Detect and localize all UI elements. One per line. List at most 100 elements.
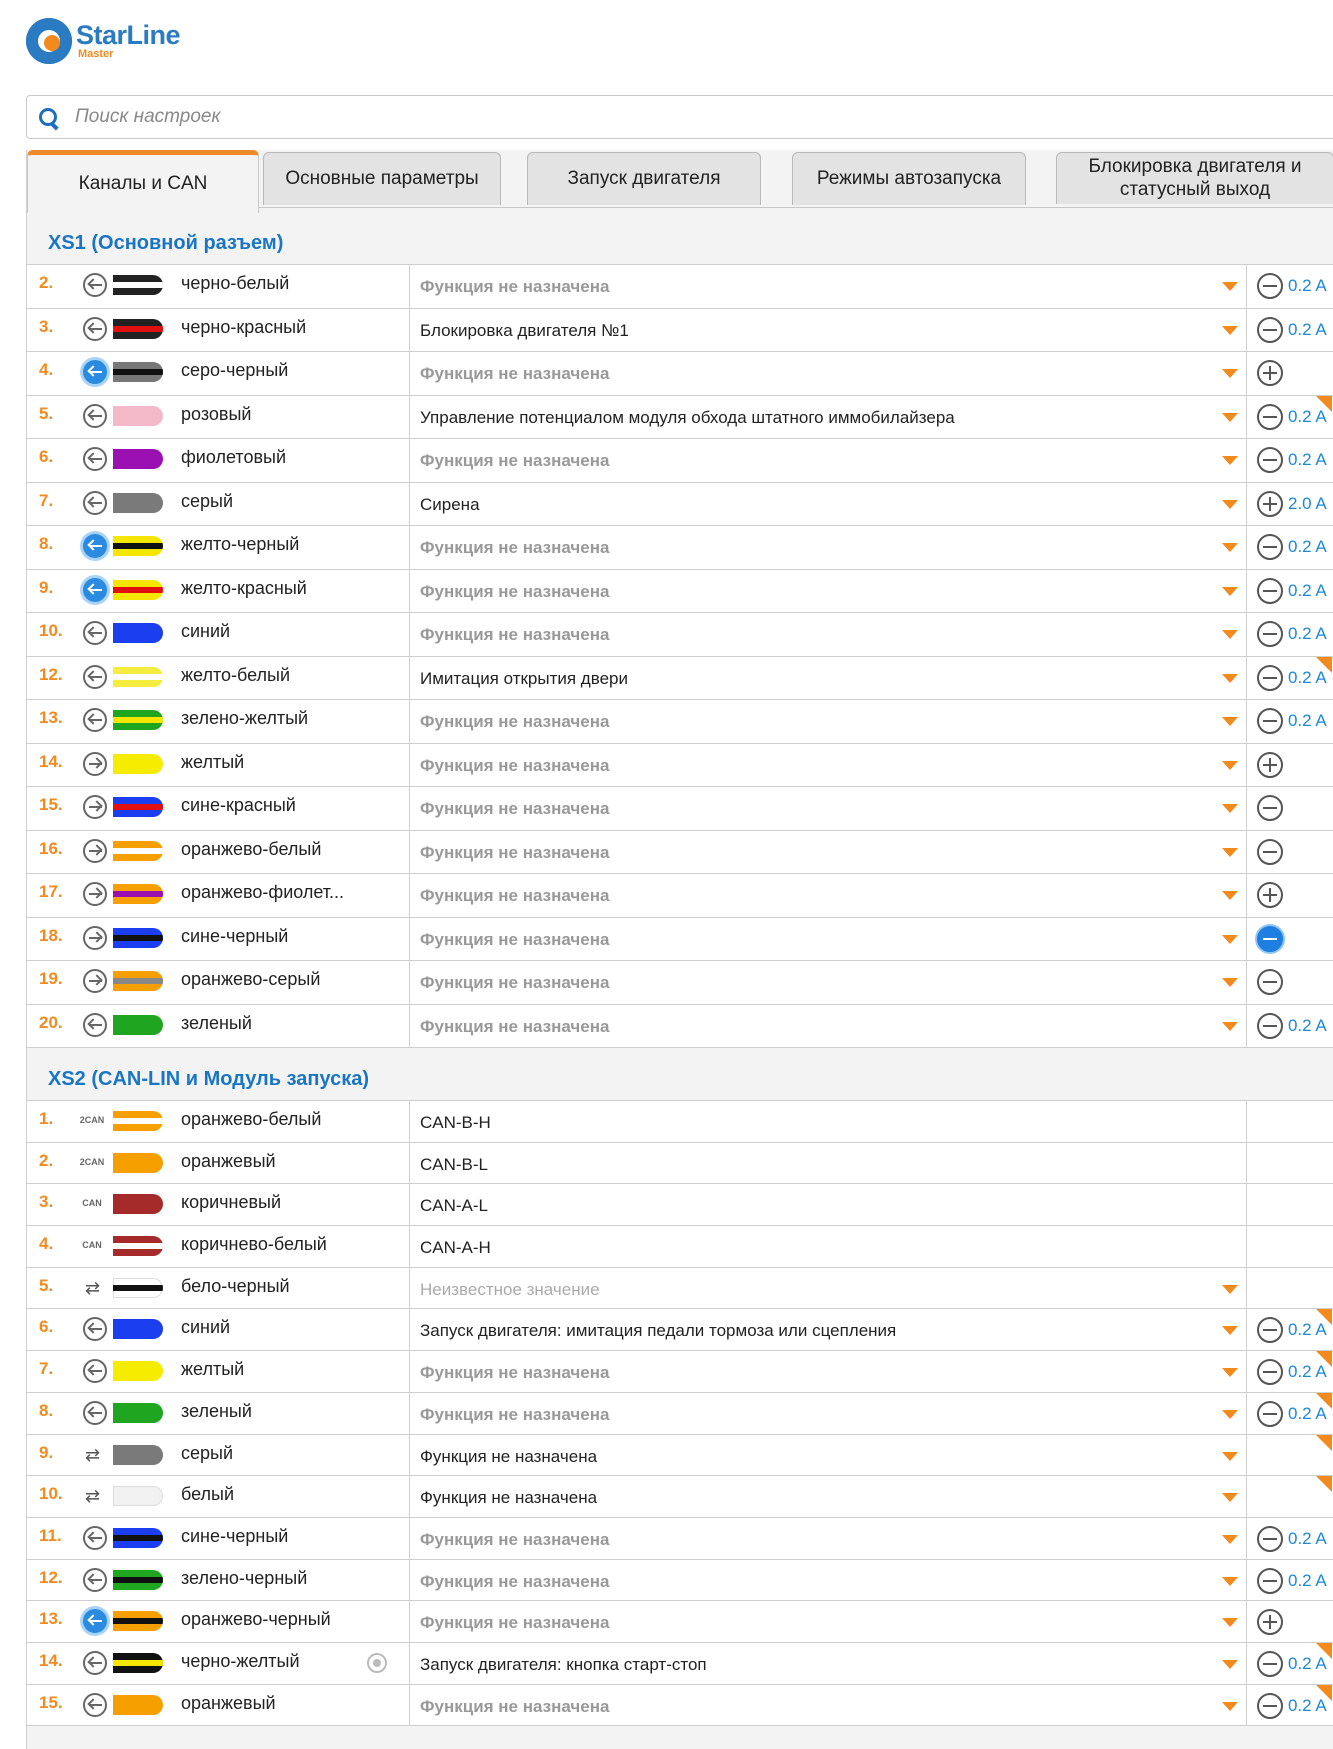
function-select[interactable]: Функция не назначена [409, 1517, 1247, 1559]
input-direction-icon[interactable] [83, 403, 107, 428]
polarity-plus-icon[interactable] [1257, 882, 1283, 908]
tab-autostart-modes[interactable]: Режимы автозапуска [792, 152, 1026, 205]
polarity-minus-icon[interactable] [1257, 577, 1283, 604]
dropdown-arrow-icon[interactable] [1222, 1659, 1238, 1669]
tab-engine-start[interactable]: Запуск двигателя [527, 152, 761, 205]
dropdown-arrow-icon[interactable] [1222, 760, 1238, 770]
output-direction-icon[interactable] [83, 969, 107, 993]
input-direction-icon[interactable] [83, 708, 107, 732]
dropdown-arrow-icon[interactable] [1222, 1368, 1238, 1378]
polarity-minus-icon[interactable] [1257, 447, 1283, 473]
function-select[interactable]: Функция не назначена [409, 830, 1247, 873]
function-select[interactable]: Имитация открытия двери [409, 656, 1247, 699]
function-select[interactable]: Запуск двигателя: имитация педали тормоз… [409, 1309, 1247, 1351]
dropdown-arrow-icon[interactable] [1222, 543, 1238, 552]
dropdown-arrow-icon[interactable] [1222, 673, 1238, 683]
function-select[interactable]: Функция не назначена [409, 1392, 1247, 1434]
input-direction-icon[interactable] [83, 1692, 107, 1717]
output-direction-icon[interactable] [83, 751, 107, 776]
polarity-minus-icon[interactable] [1257, 534, 1283, 560]
polarity-plus-icon[interactable] [1257, 490, 1283, 517]
dropdown-arrow-icon[interactable] [1222, 1576, 1238, 1586]
output-direction-icon[interactable] [83, 882, 107, 906]
dropdown-arrow-icon[interactable] [1222, 499, 1238, 509]
function-select[interactable]: Функция не назначена [409, 352, 1247, 395]
polarity-minus-icon[interactable] [1257, 838, 1283, 865]
function-select[interactable]: Функция не назначена [409, 1476, 1247, 1517]
input-direction-icon[interactable] [83, 1650, 107, 1675]
function-select[interactable]: Функция не назначена [409, 1351, 1247, 1392]
function-select[interactable]: Функция не назначена [409, 569, 1247, 612]
search-bar[interactable] [26, 95, 1333, 139]
function-field[interactable]: CAN-B-L [409, 1142, 1247, 1184]
input-direction-icon[interactable] [83, 1400, 107, 1425]
function-select[interactable]: Сирена [409, 482, 1247, 525]
dropdown-arrow-icon[interactable] [1222, 847, 1238, 857]
input-direction-icon[interactable] [83, 360, 107, 384]
polarity-minus-icon[interactable] [1257, 1400, 1283, 1427]
dropdown-arrow-icon[interactable] [1222, 412, 1238, 422]
polarity-minus-icon[interactable] [1257, 621, 1283, 647]
polarity-minus-icon[interactable] [1257, 925, 1283, 952]
tab-main-params[interactable]: Основные параметры [263, 152, 501, 205]
function-select[interactable]: Функция не назначена [409, 1601, 1247, 1642]
camera-icon[interactable] [367, 1652, 387, 1673]
function-select[interactable]: Функция не назначена [409, 1684, 1247, 1726]
function-select[interactable]: Функция не назначена [409, 874, 1247, 917]
dropdown-arrow-icon[interactable] [1222, 1409, 1238, 1419]
function-select[interactable]: Неизвестное значение [409, 1267, 1247, 1309]
polarity-plus-icon[interactable] [1257, 360, 1283, 386]
input-direction-icon[interactable] [83, 490, 107, 515]
output-direction-icon[interactable] [83, 795, 107, 819]
polarity-minus-icon[interactable] [1257, 708, 1283, 734]
polarity-minus-icon[interactable] [1257, 1525, 1283, 1552]
polarity-minus-icon[interactable] [1257, 969, 1283, 995]
polarity-minus-icon[interactable] [1257, 1650, 1283, 1677]
function-select[interactable]: Функция не назначена [409, 265, 1247, 308]
polarity-minus-icon[interactable] [1257, 1567, 1283, 1594]
function-select[interactable]: Функция не назначена [409, 787, 1247, 830]
input-direction-icon[interactable] [83, 664, 107, 689]
function-select[interactable]: Управление потенциалом модуля обхода шта… [409, 395, 1247, 438]
dropdown-arrow-icon[interactable] [1222, 1493, 1238, 1503]
dropdown-arrow-icon[interactable] [1222, 1618, 1238, 1628]
polarity-plus-icon[interactable] [1257, 751, 1283, 778]
dropdown-arrow-icon[interactable] [1222, 1534, 1238, 1544]
polarity-minus-icon[interactable] [1257, 1692, 1283, 1719]
dropdown-arrow-icon[interactable] [1222, 804, 1238, 813]
polarity-minus-icon[interactable] [1257, 316, 1283, 343]
input-direction-icon[interactable] [83, 534, 107, 558]
input-direction-icon[interactable] [83, 1317, 107, 1342]
input-direction-icon[interactable] [83, 577, 107, 602]
function-field[interactable]: CAN-A-H [409, 1226, 1247, 1267]
polarity-minus-icon[interactable] [1257, 664, 1283, 691]
function-select[interactable]: Функция не назначена [409, 917, 1247, 960]
function-select[interactable]: Функция не назначена [409, 439, 1247, 482]
function-select[interactable]: Функция не назначена [409, 961, 1247, 1004]
input-direction-icon[interactable] [83, 273, 107, 297]
input-direction-icon[interactable] [83, 316, 107, 341]
function-select[interactable]: Функция не назначена [409, 526, 1247, 569]
input-direction-icon[interactable] [83, 621, 107, 645]
polarity-minus-icon[interactable] [1257, 273, 1283, 299]
function-select[interactable]: Запуск двигателя: кнопка старт-стоп [409, 1642, 1247, 1684]
input-direction-icon[interactable] [83, 1359, 107, 1384]
dropdown-arrow-icon[interactable] [1222, 1326, 1238, 1336]
dropdown-arrow-icon[interactable] [1222, 369, 1238, 378]
polarity-minus-icon[interactable] [1257, 403, 1283, 430]
dropdown-arrow-icon[interactable] [1222, 282, 1238, 291]
dropdown-arrow-icon[interactable] [1222, 325, 1238, 335]
dropdown-arrow-icon[interactable] [1222, 934, 1238, 944]
tab-engine-lock[interactable]: Блокировка двигателя и статусный выход [1056, 152, 1333, 204]
function-select[interactable]: Блокировка двигателя №1 [409, 308, 1247, 351]
polarity-minus-icon[interactable] [1257, 1359, 1283, 1386]
input-direction-icon[interactable] [83, 1609, 107, 1634]
dropdown-arrow-icon[interactable] [1222, 717, 1238, 726]
search-input[interactable] [73, 105, 1277, 129]
dropdown-arrow-icon[interactable] [1222, 1701, 1238, 1711]
dropdown-arrow-icon[interactable] [1222, 1284, 1238, 1294]
dropdown-arrow-icon[interactable] [1222, 1451, 1238, 1461]
function-field[interactable]: CAN-A-L [409, 1184, 1247, 1226]
dropdown-arrow-icon[interactable] [1222, 978, 1238, 987]
function-select[interactable]: Функция не назначена [409, 613, 1247, 656]
